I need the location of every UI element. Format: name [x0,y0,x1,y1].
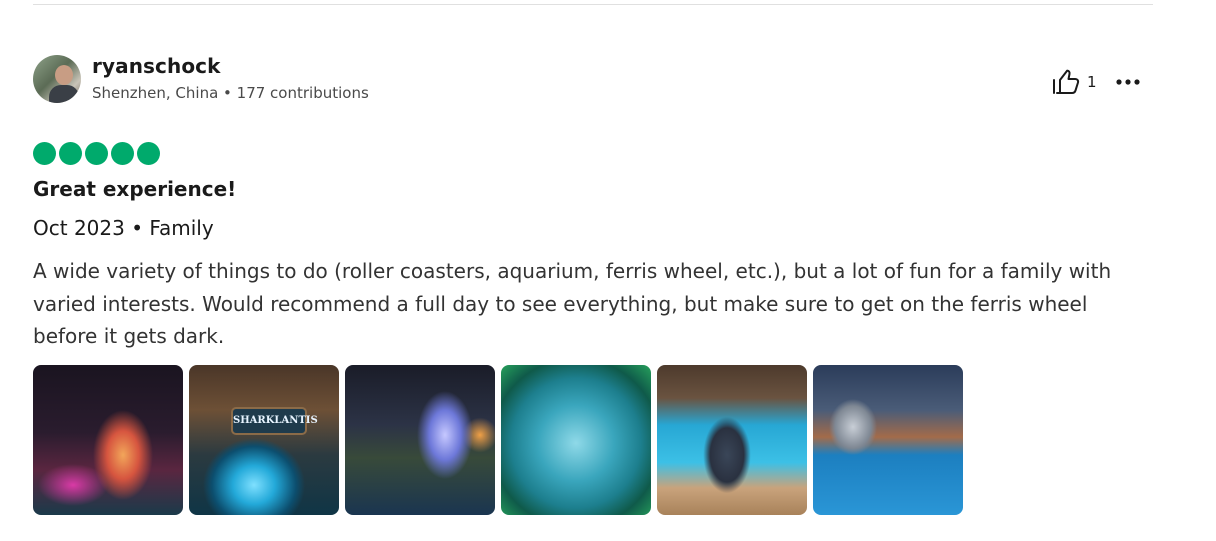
review-photo[interactable] [501,365,651,515]
trip-info: Oct 2023 • Family [33,216,214,240]
rating-bubble [85,142,108,165]
helpful-count: 1 [1087,73,1097,91]
review-photo[interactable] [657,365,807,515]
review-card: ryanschock Shenzhen, China • 177 contrib… [0,0,1216,541]
photo-strip: SHARKLANTIS [33,365,963,515]
rating-bubbles [33,142,160,165]
username-link[interactable]: ryanschock [92,54,221,78]
review-photo[interactable] [33,365,183,515]
review-text: A wide variety of things to do (roller c… [33,259,1112,348]
avatar[interactable] [33,55,81,103]
avatar-body [49,85,79,103]
avatar-face [55,65,73,85]
thumbs-up-icon [1052,69,1080,95]
rating-bubble [33,142,56,165]
divider [33,4,1153,5]
user-meta: Shenzhen, China • 177 contributions [92,84,369,102]
review-photo[interactable]: SHARKLANTIS [189,365,339,515]
rating-bubble [111,142,134,165]
review-photo[interactable] [345,365,495,515]
review-photo[interactable] [813,365,963,515]
rating-bubble [137,142,160,165]
more-options-icon [1116,79,1140,85]
rating-bubble [59,142,82,165]
more-options-button[interactable] [1114,70,1144,94]
review-title[interactable]: Great experience! [33,177,236,201]
helpful-button[interactable]: 1 [1052,68,1097,96]
photo-sign-text: SHARKLANTIS [231,407,318,435]
